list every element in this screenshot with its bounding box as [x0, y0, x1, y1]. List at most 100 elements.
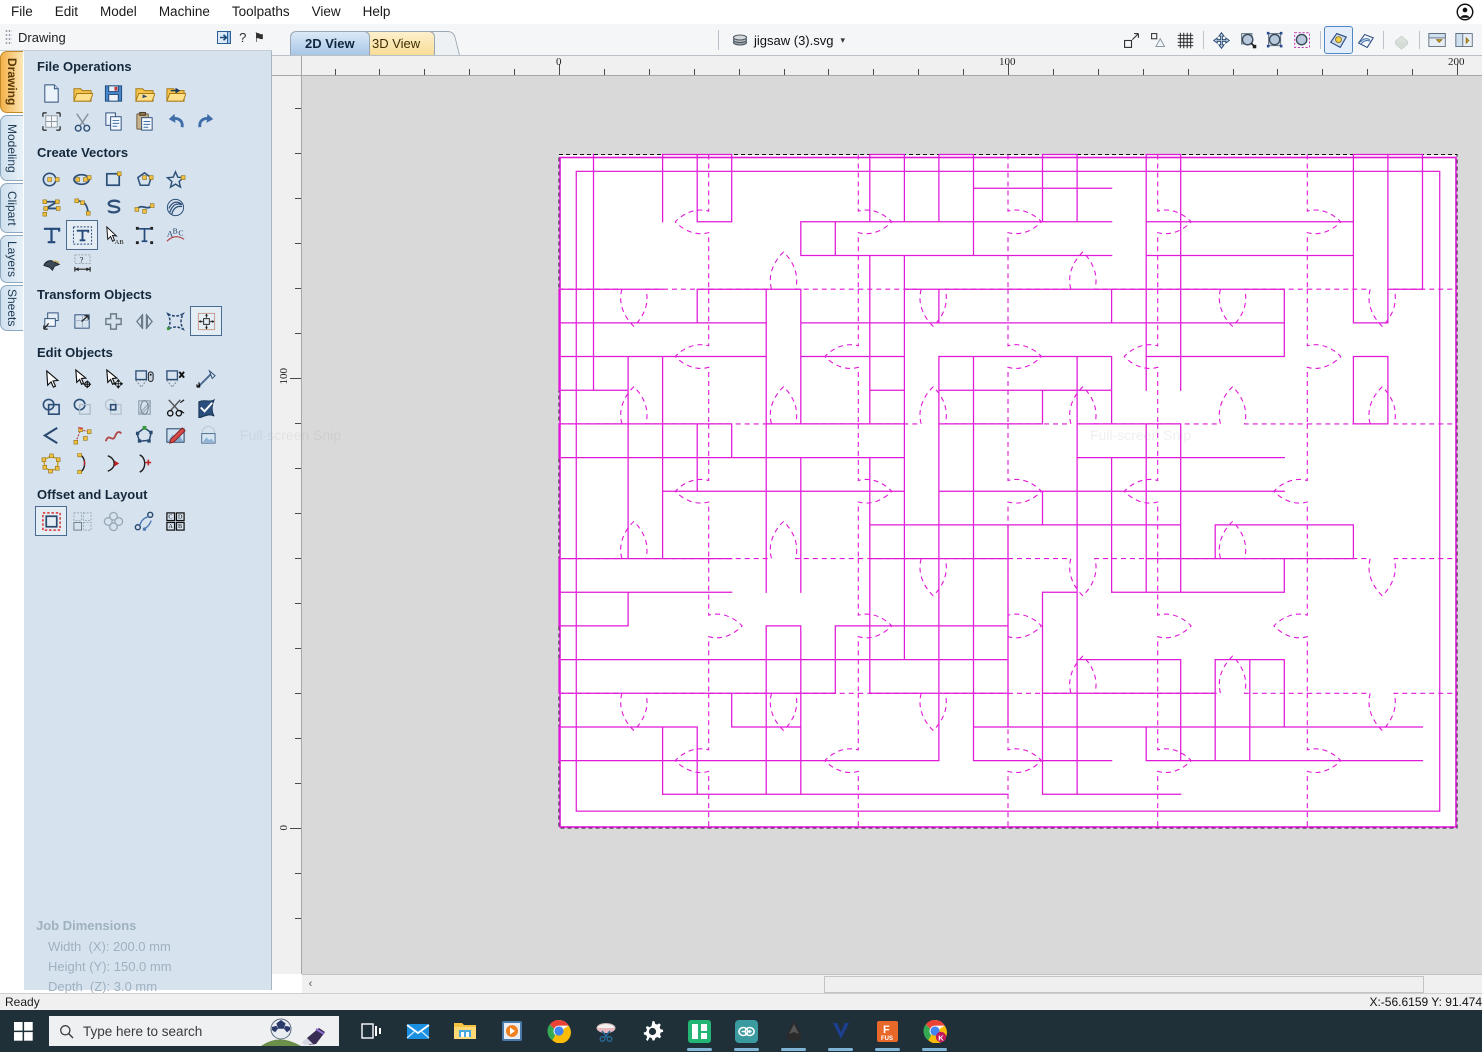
help-icon[interactable]: ? — [239, 31, 246, 44]
fillet-icon[interactable] — [129, 393, 159, 421]
check-geometry-icon[interactable] — [191, 393, 221, 421]
panel-grip-handle[interactable] — [5, 28, 12, 46]
bezier-curve-icon[interactable] — [129, 193, 159, 221]
offset-vectors-icon[interactable] — [35, 506, 67, 536]
snap-to-geometry-icon[interactable] — [1118, 27, 1145, 53]
group-vectors-icon[interactable] — [129, 365, 159, 393]
chrome-profile-k-icon[interactable]: K — [911, 1010, 958, 1052]
side-tab-drawing[interactable]: Drawing — [0, 51, 23, 113]
chrome-icon[interactable] — [535, 1010, 582, 1052]
circle-tool-icon[interactable] — [36, 165, 66, 193]
settings-icon[interactable] — [629, 1010, 676, 1052]
edit-text-icon[interactable] — [66, 220, 98, 250]
rotate-object-icon[interactable] — [98, 307, 128, 335]
show-grid-icon[interactable] — [1172, 27, 1199, 53]
zoom-selection-icon[interactable] — [1289, 27, 1316, 53]
text-on-curve-icon[interactable] — [129, 221, 159, 249]
side-tab-modeling[interactable]: Modeling — [0, 115, 23, 181]
close-vectors-icon[interactable] — [129, 421, 159, 449]
dimension-tool-icon[interactable]: ? — [67, 249, 97, 277]
smooth-curve-icon[interactable] — [98, 421, 128, 449]
ungroup-vectors-icon[interactable] — [160, 365, 190, 393]
open-recent-icon[interactable] — [129, 79, 159, 107]
edit-bitmap-icon[interactable] — [160, 421, 190, 449]
side-tab-layers[interactable]: Layers — [0, 235, 23, 283]
node-array-icon[interactable] — [36, 449, 66, 477]
windows-start-icon[interactable] — [0, 1010, 46, 1052]
mirror-object-icon[interactable] — [129, 307, 159, 335]
intersect-vectors-icon[interactable] — [98, 393, 128, 421]
copy-icon[interactable] — [98, 107, 128, 135]
subtract-vectors-icon[interactable] — [67, 393, 97, 421]
align-objects-icon[interactable] — [190, 306, 222, 336]
scrollbar-track[interactable] — [319, 976, 1482, 993]
side-tab-clipart[interactable]: Clipart — [0, 183, 23, 233]
cut-icon[interactable] — [67, 107, 97, 135]
redo-icon[interactable] — [191, 107, 221, 135]
plate-layout-icon[interactable]: CDAB — [160, 507, 190, 535]
task-view-icon[interactable] — [347, 1010, 394, 1052]
menu-item-model[interactable]: Model — [89, 2, 148, 22]
snap-grid-icon[interactable] — [1145, 27, 1172, 53]
drawing-canvas[interactable] — [302, 76, 1482, 974]
node-edit-icon[interactable] — [67, 365, 97, 393]
nesting-icon[interactable] — [67, 507, 97, 535]
reverse-direction-icon[interactable] — [98, 449, 128, 477]
trace-bitmap-icon[interactable] — [36, 249, 66, 277]
ellipse-tool-icon[interactable] — [67, 165, 97, 193]
toggle-vectors-icon[interactable] — [1324, 26, 1353, 54]
create-text-icon[interactable] — [36, 221, 66, 249]
select-tool-icon[interactable] — [36, 365, 66, 393]
menu-item-machine[interactable]: Machine — [148, 2, 221, 22]
pan-view-icon[interactable] — [1208, 27, 1235, 53]
text-arc-icon[interactable]: ABC — [160, 221, 190, 249]
star-tool-icon[interactable] — [160, 165, 190, 193]
measure-icon[interactable] — [191, 365, 221, 393]
distort-object-icon[interactable] — [160, 307, 190, 335]
arduino-icon[interactable] — [723, 1010, 770, 1052]
polyline-tool-icon[interactable] — [36, 193, 66, 221]
paste-icon[interactable] — [129, 107, 159, 135]
chevron-down-icon[interactable]: ▾ — [840, 35, 845, 46]
rectangle-tool-icon[interactable] — [98, 165, 128, 193]
menu-item-toolpaths[interactable]: Toolpaths — [221, 2, 301, 22]
open-vector-icon[interactable] — [67, 449, 97, 477]
menu-item-view[interactable]: View — [301, 2, 352, 22]
account-circle-icon[interactable] — [1456, 3, 1474, 21]
file-explorer-icon[interactable] — [441, 1010, 488, 1052]
undo-icon[interactable] — [160, 107, 190, 135]
menu-item-help[interactable]: Help — [352, 2, 402, 22]
polygon-tool-icon[interactable] — [129, 165, 159, 193]
texture-tool-icon[interactable] — [160, 193, 190, 221]
file-selector[interactable]: jigsaw (3).svg ▾ — [718, 29, 845, 51]
insert-node-icon[interactable] — [129, 449, 159, 477]
text-select-icon[interactable]: AB — [98, 221, 128, 249]
vcarve-app-icon[interactable] — [676, 1010, 723, 1052]
menu-item-edit[interactable]: Edit — [44, 2, 89, 22]
open-file-icon[interactable] — [67, 79, 97, 107]
new-file-icon[interactable] — [36, 79, 66, 107]
split-view-vertical-icon[interactable] — [1451, 27, 1478, 53]
snip-sketch-icon[interactable] — [582, 1010, 629, 1052]
move-object-icon[interactable] — [36, 307, 66, 335]
array-copy-icon[interactable] — [98, 507, 128, 535]
search-input[interactable]: Type here to search — [49, 1016, 339, 1046]
side-tab-sheets[interactable]: Sheets — [0, 285, 23, 331]
join-vectors-icon[interactable] — [36, 421, 66, 449]
fusion360-icon[interactable]: F FUS — [864, 1010, 911, 1052]
fade-bitmap-icon[interactable] — [191, 421, 221, 449]
weld-vectors-icon[interactable] — [36, 393, 66, 421]
media-player-icon[interactable] — [488, 1010, 535, 1052]
zoom-in-icon[interactable] — [1235, 27, 1262, 53]
auto-hide-arrow-icon[interactable] — [217, 30, 232, 45]
trim-vectors-icon[interactable] — [160, 393, 190, 421]
import-vectors-icon[interactable] — [160, 79, 190, 107]
inkscape-icon[interactable] — [770, 1010, 817, 1052]
scale-object-icon[interactable] — [67, 307, 97, 335]
toggle-toolpaths-icon[interactable] — [1352, 27, 1379, 53]
canvas-horizontal-scrollbar[interactable]: ‹ — [302, 974, 1482, 993]
arc-tool-icon[interactable] — [67, 193, 97, 221]
jigsaw-vector-artwork[interactable] — [302, 76, 1482, 974]
job-setup-icon[interactable] — [36, 107, 66, 135]
pin-icon[interactable]: ⚑ — [253, 31, 265, 44]
